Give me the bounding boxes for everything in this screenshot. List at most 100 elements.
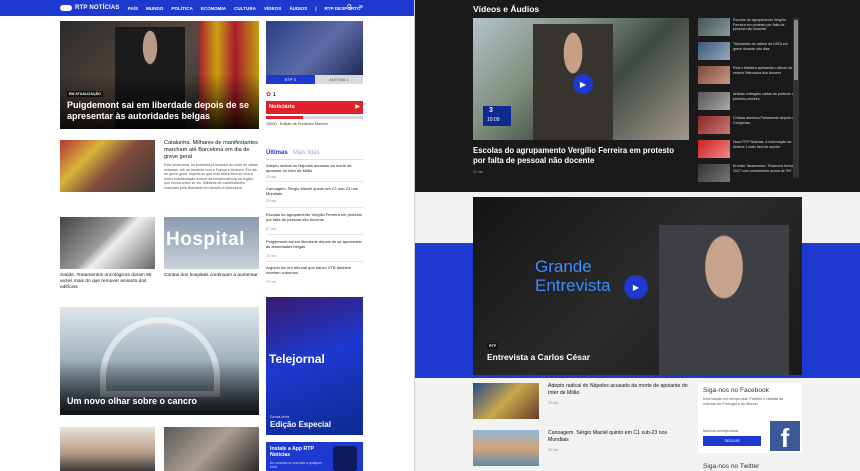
telejornal-title: Edição Especial bbox=[270, 420, 331, 429]
radio-progress[interactable] bbox=[266, 116, 363, 119]
video-list-item[interactable]: Artistas entregam cartas de protesto ao … bbox=[698, 92, 798, 114]
nav-item-mundo[interactable]: MUNDO bbox=[146, 6, 163, 11]
saude-photo[interactable] bbox=[60, 217, 155, 269]
entrevista-video[interactable]: Grande Entrevista ▶ RTP Entrevista a Car… bbox=[473, 197, 802, 375]
bottom-list-text[interactable]: Canoagem. Sérgio Maciel quinto em C1 sub… bbox=[548, 430, 688, 443]
catalunha-body: Este sexta-feira, os protestos já levara… bbox=[164, 163, 258, 190]
radio-title: Noticiário bbox=[269, 104, 295, 110]
live-update-tag: EM ATUALIZAÇÃO bbox=[67, 91, 103, 97]
facebook-follow-button[interactable]: SEGUIR bbox=[703, 436, 761, 446]
video-list-text: Pedro Madeira apresenta o álbum de estre… bbox=[733, 66, 793, 75]
video-list-text: Críticas abertura Parlamento depois de C… bbox=[733, 116, 796, 125]
video-list-item[interactable]: Escolas do agrupamento Vergílio Ferreira… bbox=[698, 18, 798, 40]
facebook-body: Informação em tempo real. Partilhe e deb… bbox=[703, 397, 784, 406]
bottom-photo-2[interactable] bbox=[164, 427, 259, 471]
entrevista-logo-line2: Entrevista bbox=[535, 276, 611, 295]
play-button[interactable]: ▶ bbox=[573, 74, 593, 94]
video-thumb bbox=[698, 42, 730, 60]
list-item-time: 25 min. bbox=[266, 175, 278, 179]
live-rtp3-button[interactable]: RTP 3 bbox=[266, 75, 315, 84]
live-btn-row: RTP 3 ANTENA 1 bbox=[266, 75, 363, 84]
phone-icon bbox=[333, 446, 357, 471]
cancro-article[interactable]: Um novo olhar sobre o cancro bbox=[60, 307, 259, 415]
nav-item-cultura[interactable]: CULTURA bbox=[234, 6, 256, 11]
list-item[interactable]: Canoagem. Sérgio Maciel quinto em C1 sub… bbox=[266, 186, 363, 196]
catalunha-title[interactable]: Catalunha. Milhares de manifestantes mar… bbox=[164, 140, 259, 161]
video-list-item[interactable]: Críticas abertura Parlamento depois de C… bbox=[698, 116, 798, 138]
main-video-time: 22 min. bbox=[473, 170, 485, 174]
video-list-item[interactable]: Novo RTP Notícias. A Informação da Anten… bbox=[698, 140, 798, 162]
homepage-panel: RTP NOTÍCIAS PAÍS MUNDO POLÍTICA ECONOMI… bbox=[0, 0, 415, 471]
radio-icon: ✿ bbox=[266, 92, 272, 98]
entrevista-play-button[interactable]: ▶ bbox=[624, 275, 648, 299]
live-video-player[interactable]: RTP 3 ANTENA 1 bbox=[266, 21, 363, 84]
video-thumb bbox=[698, 164, 730, 182]
telejornal-promo[interactable]: Telejornal Sexta-feira Edição Especial bbox=[266, 297, 363, 435]
latest-tabs: Últimas Mais lidas bbox=[266, 148, 363, 160]
top-navigation-bar: RTP NOTÍCIAS PAÍS MUNDO POLÍTICA ECONOMI… bbox=[0, 0, 415, 16]
radio-player[interactable]: Noticiário ▶ bbox=[266, 101, 363, 114]
nav-item-pais[interactable]: PAÍS bbox=[128, 6, 138, 11]
list-item-time: 27 min. bbox=[266, 227, 278, 231]
facebook-icon[interactable]: f bbox=[770, 421, 800, 453]
twitter-title: Siga-nos no Twitter bbox=[703, 463, 760, 470]
app-promo[interactable]: Instale a App RTP Notícias As notícias n… bbox=[266, 442, 363, 471]
video-thumb bbox=[698, 66, 730, 84]
video-list-item[interactable]: Ernesto Tarasmeriro: 'Podemos fechar 201… bbox=[698, 164, 798, 186]
logo-text: RTP NOTÍCIAS bbox=[75, 5, 120, 11]
cancro-title[interactable]: Um novo olhar sobre o cancro bbox=[67, 396, 252, 407]
bottom-photo-1[interactable] bbox=[60, 427, 155, 471]
bottom-list-thumb[interactable] bbox=[473, 430, 539, 466]
rtp3-channel: 3 bbox=[489, 107, 493, 114]
bottom-list-thumb[interactable] bbox=[473, 383, 539, 419]
rtp-logo-icon bbox=[60, 5, 72, 11]
video-list-text: Novo RTP Notícias. A Informação da Anten… bbox=[733, 140, 792, 149]
entrevista-tag: RTP bbox=[487, 343, 499, 349]
hero-article[interactable]: EM ATUALIZAÇÃO Puigdemont sai em liberda… bbox=[60, 21, 259, 129]
entrevista-title[interactable]: Entrevista a Carlos César bbox=[487, 352, 590, 362]
list-item[interactable]: Puigdemont sai em liberdade depois de se… bbox=[266, 239, 363, 249]
bottom-list-text[interactable]: Adepto radical do Nápoles acusado da mor… bbox=[548, 383, 688, 396]
facebook-url: facebook.com/rtpnoticias bbox=[703, 429, 739, 433]
tab-mais-lidas[interactable]: Mais lidas bbox=[293, 150, 320, 156]
video-panel: Vídeos e Áudios ▶ 3 10:09 Escolas do agr… bbox=[415, 0, 860, 471]
nav-item-audios[interactable]: ÁUDIOS bbox=[289, 6, 307, 11]
list-item[interactable]: Escolas do agrupamento Vergílio Ferreira… bbox=[266, 212, 363, 222]
nav-item-politica[interactable]: POLÍTICA bbox=[171, 6, 192, 11]
hospital-title[interactable]: Contas dos hospitais continuam a aumenta… bbox=[164, 273, 260, 279]
video-list-scrollbar[interactable] bbox=[793, 18, 799, 178]
video-list-text: Tripulantes de cabine da SATA em greve d… bbox=[733, 42, 788, 51]
facebook-widget: Siga-nos no Facebook Informação em tempo… bbox=[698, 383, 802, 453]
hero-title[interactable]: Puigdemont sai em liberdade depois de se… bbox=[67, 100, 252, 122]
saude-title[interactable]: Saúde. Tratamentos oncológicos duram 50 … bbox=[60, 273, 156, 291]
videos-section-title: Vídeos e Áudios bbox=[473, 4, 540, 14]
menu-icon[interactable]: ≡ bbox=[359, 4, 363, 11]
main-nav: PAÍS MUNDO POLÍTICA ECONOMIA CULTURA VÍD… bbox=[128, 6, 361, 11]
video-thumb bbox=[698, 140, 730, 158]
video-list-item[interactable]: Tripulantes de cabine da SATA em greve d… bbox=[698, 42, 798, 64]
nav-separator: | bbox=[315, 5, 317, 11]
radio-controls-icon[interactable]: ▶ bbox=[355, 103, 360, 110]
facebook-title: Siga-nos no Facebook bbox=[703, 387, 769, 394]
rtp3-overlay: 3 10:09 bbox=[483, 106, 511, 126]
radio-subtitle: 10h00 - Edição de Frederico Moreno bbox=[266, 122, 328, 126]
hospital-photo[interactable]: Hospital bbox=[164, 217, 259, 269]
nav-item-economia[interactable]: ECONOMIA bbox=[201, 6, 226, 11]
nav-item-videos[interactable]: VÍDEOS bbox=[264, 6, 281, 11]
entrevista-logo: Grande Entrevista bbox=[535, 257, 611, 295]
app-promo-sub: As notícias na sua mão a qualquer hora bbox=[270, 461, 323, 470]
main-video-player[interactable]: ▶ 3 10:09 bbox=[473, 18, 689, 140]
search-icon[interactable]: ⚲ bbox=[347, 4, 352, 11]
main-video-title[interactable]: Escolas do agrupamento Vergílio Ferreira… bbox=[473, 146, 687, 166]
catalunha-photo[interactable] bbox=[60, 140, 155, 192]
video-list-item[interactable]: Pedro Madeira apresenta o álbum de estre… bbox=[698, 66, 798, 88]
list-item[interactable]: Arguido diz em tribunal que banco VTB ta… bbox=[266, 265, 363, 275]
app-promo-title: Instale a App RTP Notícias bbox=[270, 446, 314, 458]
rtp-logo[interactable]: RTP NOTÍCIAS bbox=[60, 5, 120, 11]
tab-ultimas[interactable]: Últimas bbox=[266, 150, 288, 156]
list-divider bbox=[266, 234, 363, 235]
live-antena1-button[interactable]: ANTENA 1 bbox=[314, 75, 363, 84]
list-item[interactable]: Adepto radical do Nápoles acusado da mor… bbox=[266, 163, 363, 173]
page: RTP NOTÍCIAS PAÍS MUNDO POLÍTICA ECONOMI… bbox=[0, 0, 860, 471]
scrollbar-thumb[interactable] bbox=[794, 20, 798, 80]
